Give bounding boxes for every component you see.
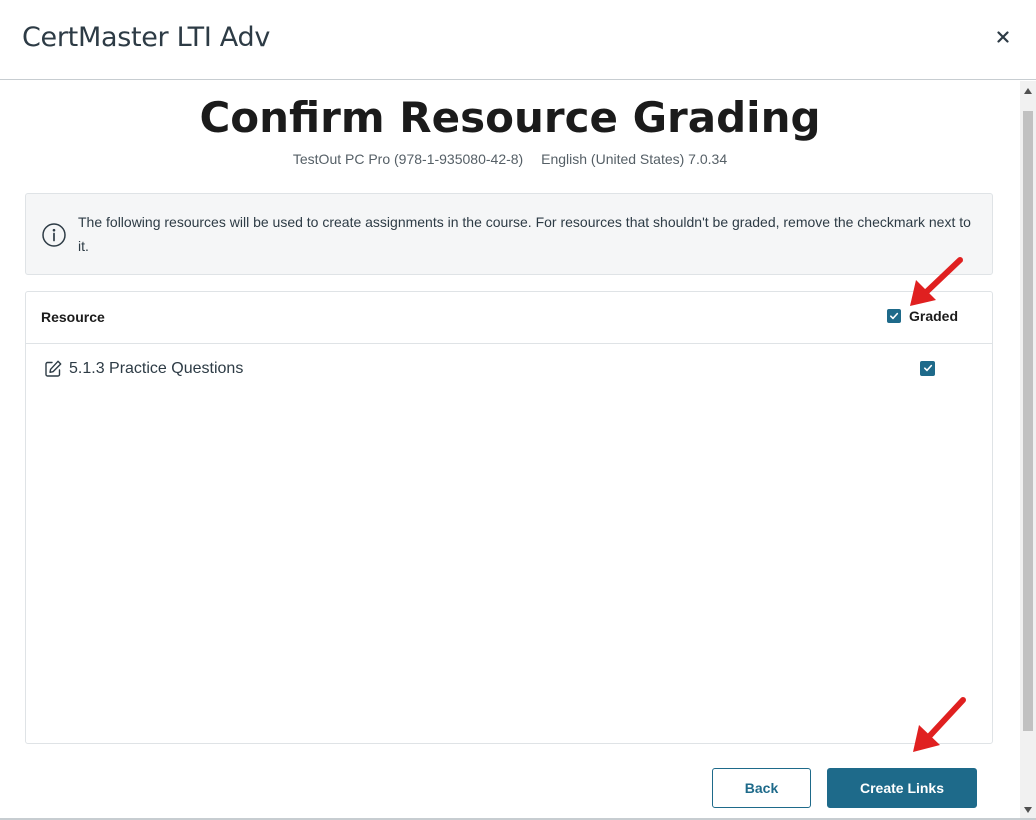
annotation-arrow-icon bbox=[910, 257, 963, 306]
back-button[interactable]: Back bbox=[712, 768, 811, 808]
graded-cell bbox=[920, 360, 935, 378]
edit-icon bbox=[45, 360, 62, 377]
table-header: Resource Graded bbox=[26, 292, 992, 344]
table-row: 5.1.3 Practice Questions bbox=[26, 344, 992, 398]
modal-footer: Back Create Links bbox=[0, 766, 1020, 816]
modal-body: Confirm Resource Grading TestOut PC Pro … bbox=[0, 81, 1020, 820]
scroll-up-arrow[interactable] bbox=[1020, 83, 1036, 99]
checkmark-icon bbox=[890, 312, 899, 320]
vertical-scrollbar[interactable] bbox=[1020, 81, 1036, 820]
column-header-resource: Resource bbox=[41, 309, 105, 325]
triangle-down-icon bbox=[1024, 807, 1032, 813]
close-button[interactable] bbox=[992, 26, 1014, 48]
resource-table: Resource Graded 5.1.3 Practice Questions bbox=[25, 291, 993, 744]
info-text: The following resources will be used to … bbox=[78, 214, 971, 254]
modal-title: CertMaster LTI Adv bbox=[22, 22, 271, 53]
scroll-down-arrow[interactable] bbox=[1020, 802, 1036, 818]
graded-label: Graded bbox=[909, 308, 959, 324]
course-subtitle: TestOut PC Pro (978-1-935080-42-8) Engli… bbox=[0, 151, 1020, 167]
modal-header: CertMaster LTI Adv bbox=[0, 0, 1036, 80]
scrollbar-thumb[interactable] bbox=[1023, 111, 1033, 731]
page-title: Confirm Resource Grading bbox=[199, 93, 821, 142]
column-header-graded: Graded bbox=[887, 308, 958, 324]
locale-version: English (United States) 7.0.34 bbox=[541, 151, 728, 167]
info-alert: The following resources will be used to … bbox=[25, 193, 993, 275]
triangle-up-icon bbox=[1024, 88, 1032, 94]
info-icon bbox=[42, 223, 66, 247]
resource-name: 5.1.3 Practice Questions bbox=[69, 360, 244, 377]
lti-modal: CertMaster LTI Adv Confirm Resource Grad… bbox=[0, 0, 1036, 820]
create-links-button[interactable]: Create Links bbox=[827, 768, 977, 808]
annotation-arrow-icon bbox=[913, 697, 966, 752]
graded-checkbox[interactable] bbox=[920, 360, 935, 376]
product-name: TestOut PC Pro (978-1-935080-42-8) bbox=[292, 151, 524, 167]
close-icon bbox=[997, 31, 1009, 43]
checkmark-icon bbox=[923, 364, 932, 372]
select-all-graded-checkbox[interactable] bbox=[887, 309, 901, 323]
